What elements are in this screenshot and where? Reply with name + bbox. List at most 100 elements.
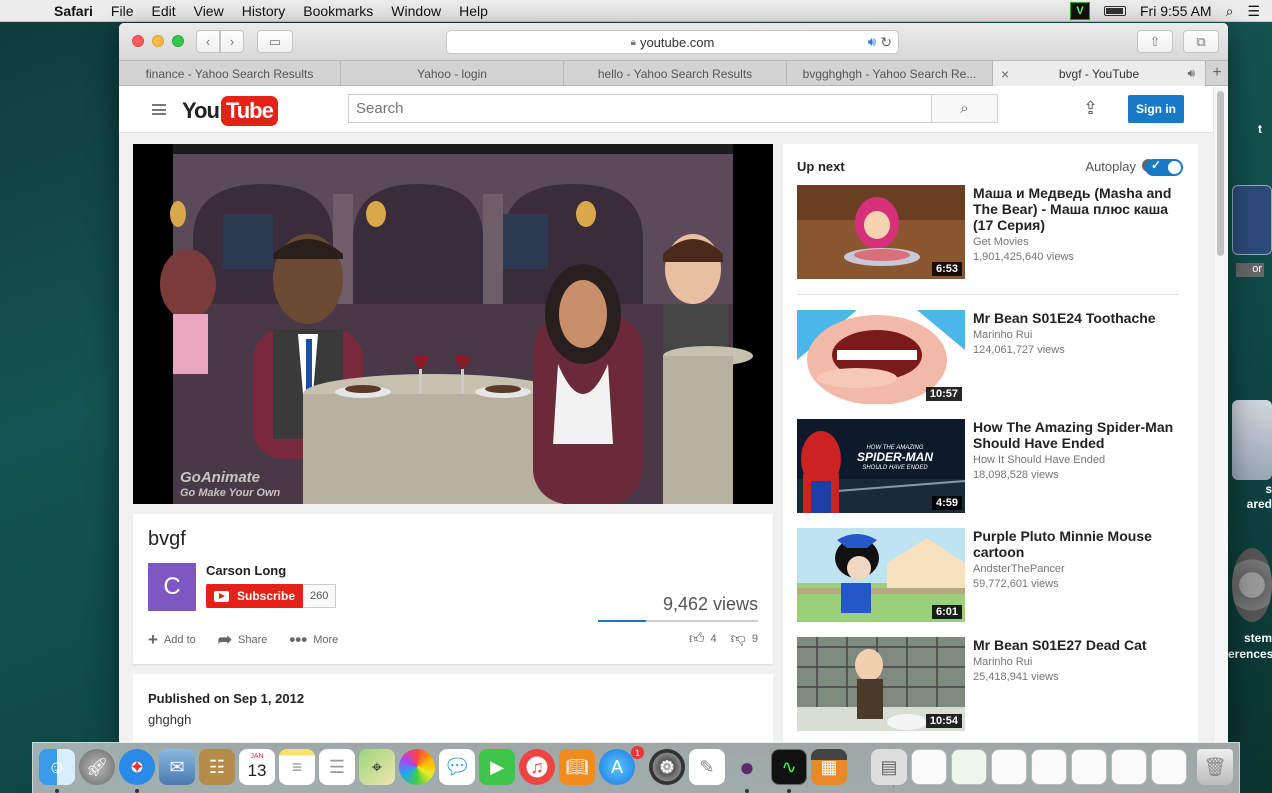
related-title[interactable]: How The Amazing Spider-Man Should Have E… [973,419,1185,451]
photos-icon[interactable] [399,749,435,785]
downloads-icon[interactable]: ▤ [871,749,907,785]
tab-yahoo-login[interactable]: Yahoo - login [341,61,564,86]
launchpad-icon[interactable]: 🚀︎ [79,749,115,785]
page-scrollbar[interactable] [1213,87,1228,743]
video-thumbnail[interactable]: 6:01 [797,528,965,622]
menu-help[interactable]: Help [459,3,488,19]
textedit-icon[interactable]: ✎ [689,749,725,785]
add-to-button[interactable]: + Add to [148,630,196,650]
tab-bvgf-youtube[interactable]: × bvgf - YouTube 🔊︎ [993,61,1206,86]
menu-file[interactable]: File [111,3,134,19]
calculator-icon[interactable]: ▦ [811,749,847,785]
youtube-logo[interactable]: You Tube [182,96,278,126]
contacts-icon[interactable]: ☷ [199,749,235,785]
ibooks-icon[interactable]: 📖︎ [559,749,595,785]
sidebar-toggle-button[interactable]: ▭ [257,30,293,53]
channel-name[interactable]: Carson Long [206,563,286,578]
back-button[interactable]: ‹ [196,30,220,53]
related-video-item[interactable]: 10:54 Mr Bean S01E27 Dead Cat Marinho Ru… [797,637,1187,731]
minimized-window-1[interactable] [911,749,947,785]
menu-window[interactable]: Window [391,3,441,19]
subscribe-button[interactable]: Subscribe [206,584,304,608]
video-thumbnail[interactable]: 10:57 [797,310,965,404]
share-button[interactable]: ➦ Share [218,630,268,650]
itunes-icon[interactable]: ♫ [519,749,555,785]
minimized-window-3[interactable] [991,749,1027,785]
related-views: 59,772,601 views [973,578,1059,590]
video-player[interactable]: GoAnimate Go Make Your Own [133,144,773,504]
system-preferences-dock-icon[interactable]: ⚙︎ [649,749,685,785]
reminders-icon[interactable]: ☰ [319,749,355,785]
scrollbar-thumb[interactable] [1217,91,1224,256]
channel-avatar[interactable]: C [148,563,196,611]
search-button[interactable]: ⌕ [931,94,998,123]
facetime-icon[interactable]: ▶ [479,749,515,785]
video-thumbnail[interactable]: HOW THE AMAZING SPIDER-MAN SHOULD HAVE E… [797,419,965,513]
desktop-app-icon[interactable] [1232,185,1272,255]
related-video-item[interactable]: 10:57 Mr Bean S01E24 Toothache Marinho R… [797,310,1187,404]
notification-center-icon[interactable]: ☰ [1247,3,1260,20]
upload-icon[interactable]: ⇪ [1083,98,1098,119]
maps-icon[interactable]: ⌖ [359,749,395,785]
minimized-window-4[interactable] [1031,749,1067,785]
tab-bvgghghgh[interactable]: bvgghghgh - Yahoo Search Re... [787,61,993,86]
related-video-item[interactable]: 6:53 Маша и Медведь (Masha and The Bear)… [797,185,1187,279]
minimized-window-6[interactable] [1111,749,1147,785]
tab-audio-icon[interactable]: 🔊︎ [1187,66,1195,81]
menu-clock[interactable]: Fri 9:55 AM [1140,3,1212,19]
trash-icon[interactable]: 🗑︎ [1197,749,1233,785]
menu-history[interactable]: History [242,3,286,19]
autoplay-toggle[interactable]: ✓ [1145,158,1183,176]
view-count: 9,462 views [662,594,758,614]
related-video-item[interactable]: 6:01 Purple Pluto Minnie Mouse cartoon A… [797,528,1187,622]
eggplant-icon[interactable]: ● [729,749,765,785]
minimized-window-7[interactable] [1151,749,1187,785]
share-toolbar-button[interactable]: ⇧ [1137,30,1173,53]
video-thumbnail[interactable]: 6:53 [797,185,965,279]
minimized-window-5[interactable] [1071,749,1107,785]
video-thumbnail[interactable]: 10:54 [797,637,965,731]
window-minimize-button[interactable] [152,35,164,47]
tab-finance[interactable]: finance - Yahoo Search Results [119,61,341,86]
forward-button[interactable]: › [220,30,244,53]
battery-icon[interactable] [1104,6,1126,16]
dislike-button[interactable]: 👎︎ 9 [731,630,758,648]
menu-edit[interactable]: Edit [151,3,175,19]
window-close-button[interactable] [132,35,144,47]
tab-close-icon[interactable]: × [1001,66,1009,82]
show-tabs-button[interactable]: ⧉ [1183,30,1219,53]
tab-hello[interactable]: hello - Yahoo Search Results [564,61,787,86]
reload-icon[interactable]: ↻ [880,34,892,51]
menu-bookmarks[interactable]: Bookmarks [303,3,373,19]
spotlight-icon[interactable]: ⌕ [1226,3,1234,20]
more-button[interactable]: ••• More [289,630,338,650]
guide-menu-icon[interactable] [152,104,166,115]
menu-view[interactable]: View [194,3,224,19]
system-preferences-icon[interactable] [1232,548,1272,622]
related-title[interactable]: Mr Bean S01E27 Dead Cat [973,637,1185,653]
search-input[interactable] [348,94,932,123]
new-tab-button[interactable]: + [1206,61,1228,85]
related-video-item[interactable]: HOW THE AMAZING SPIDER-MAN SHOULD HAVE E… [797,419,1187,513]
vc-status-icon[interactable]: V [1070,2,1090,20]
calendar-icon[interactable]: JAN 13 [239,749,275,785]
activity-monitor-icon[interactable]: ∿ [771,749,807,785]
messages-icon[interactable]: 💬︎ [439,749,475,785]
window-zoom-button[interactable] [172,35,184,47]
related-title[interactable]: Mr Bean S01E24 Toothache [973,310,1185,326]
related-title[interactable]: Маша и Медведь (Masha and The Bear) - Ма… [973,185,1185,233]
menu-app-name[interactable]: Safari [54,3,93,19]
address-bar[interactable]: 🔒︎ youtube.com 🔊︎ ↻ [446,30,899,54]
video-frame: GoAnimate Go Make Your Own [160,144,753,504]
notes-icon[interactable]: ≡ [279,749,315,785]
sign-in-button[interactable]: Sign in [1128,95,1184,123]
app-store-icon[interactable]: A [599,749,635,785]
minimized-window-2[interactable] [951,749,987,785]
finder-icon[interactable]: ☺ [39,749,75,785]
safari-icon[interactable]: ✦ [119,749,155,785]
like-button[interactable]: 👍︎ 4 [689,630,717,648]
mail-icon[interactable]: ✉ [159,749,195,785]
desktop-shared-icon[interactable] [1232,400,1272,480]
audio-playing-icon[interactable]: 🔊︎ [868,34,876,50]
related-title[interactable]: Purple Pluto Minnie Mouse cartoon [973,528,1185,560]
